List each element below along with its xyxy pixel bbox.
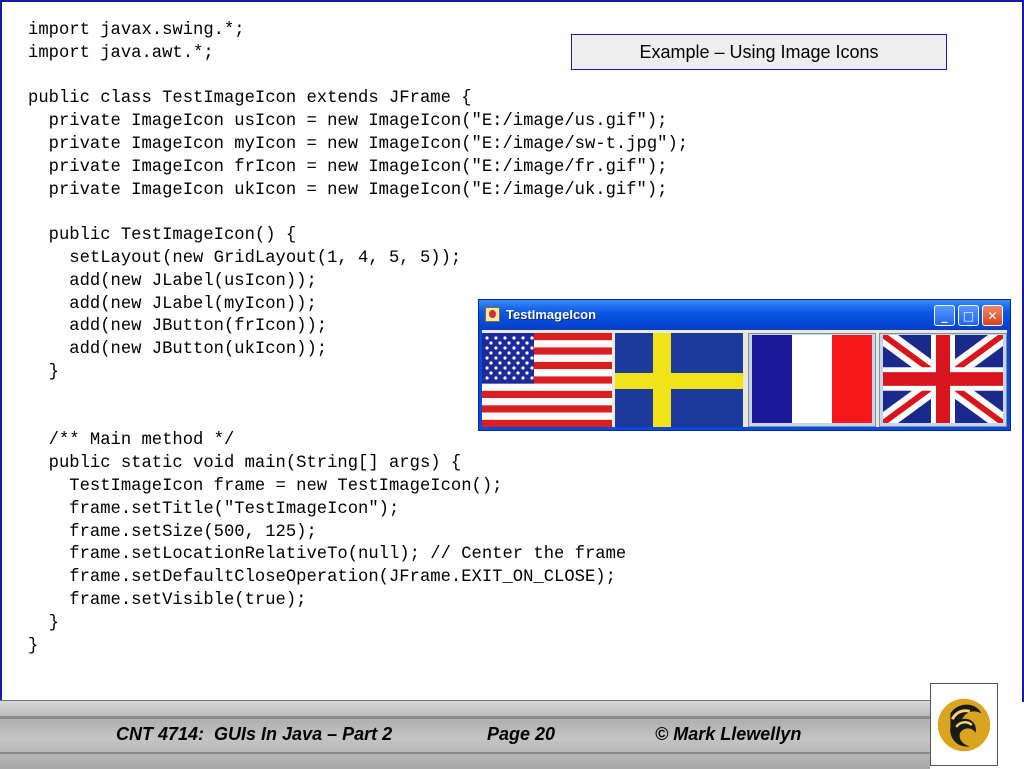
us-flag: [482, 333, 612, 427]
code-line: private ImageIcon frIcon = new ImageIcon…: [28, 157, 668, 177]
us-flag-label: [482, 333, 612, 427]
footer-author: © Mark Llewellyn: [655, 724, 802, 744]
code-line: frame.setVisible(true);: [28, 590, 307, 610]
code-line: public TestImageIcon() {: [28, 226, 297, 246]
footer-course: CNT 4714: GUIs In Java – Part 2: [116, 724, 393, 744]
pegasus-logo-icon: [937, 698, 991, 752]
maximize-icon: □: [962, 308, 975, 323]
code-line: private ImageIcon usIcon = new ImageIcon…: [28, 112, 668, 132]
java-window[interactable]: TestImageIcon _ □ ✕: [478, 299, 1011, 431]
window-title: TestImageIcon: [506, 307, 597, 322]
sweden-flag-label: [615, 333, 743, 427]
code-line: frame.setLocationRelativeTo(null); // Ce…: [28, 545, 627, 565]
java-cup-icon: [485, 307, 500, 322]
code-line: setLayout(new GridLayout(1, 4, 5, 5));: [28, 248, 462, 268]
code-line: add(new JLabel(usIcon));: [28, 271, 317, 291]
france-flag-button[interactable]: [748, 333, 876, 427]
code-line: frame.setTitle("TestImageIcon");: [28, 499, 400, 519]
code-line: }: [28, 636, 39, 656]
window-titlebar[interactable]: TestImageIcon _ □ ✕: [479, 300, 1010, 330]
code-line: frame.setSize(500, 125);: [28, 522, 317, 542]
france-flag: [752, 335, 872, 423]
code-line: }: [28, 613, 59, 633]
code-line: /** Main method */: [28, 431, 235, 451]
code-line: public class TestImageIcon extends JFram…: [28, 89, 472, 109]
window-content: [482, 330, 1007, 427]
ucf-pegasus-logo: [930, 683, 998, 766]
minimize-icon: _: [941, 308, 948, 323]
code-line: TestImageIcon frame = new TestImageIcon(…: [28, 476, 503, 496]
code-line: import javax.swing.*;: [28, 21, 245, 40]
footer-page: Page 20: [487, 724, 556, 744]
uk-flag-button[interactable]: [879, 333, 1007, 427]
code-line: frame.setDefaultCloseOperation(JFrame.EX…: [28, 568, 616, 588]
close-button[interactable]: ✕: [982, 305, 1003, 326]
footer-stripe-bottom: [0, 752, 930, 754]
footer-stripe-top: [0, 716, 930, 719]
code-line: private ImageIcon myIcon = new ImageIcon…: [28, 134, 689, 154]
maximize-button[interactable]: □: [958, 305, 979, 326]
sweden-flag: [615, 333, 743, 427]
close-icon: ✕: [987, 308, 998, 323]
uk-flag: [883, 335, 1003, 423]
code-line: import java.awt.*;: [28, 43, 214, 63]
code-line: private ImageIcon ukIcon = new ImageIcon…: [28, 180, 668, 200]
code-line: public static void main(String[] args) {: [28, 454, 462, 474]
minimize-button[interactable]: _: [934, 305, 955, 326]
